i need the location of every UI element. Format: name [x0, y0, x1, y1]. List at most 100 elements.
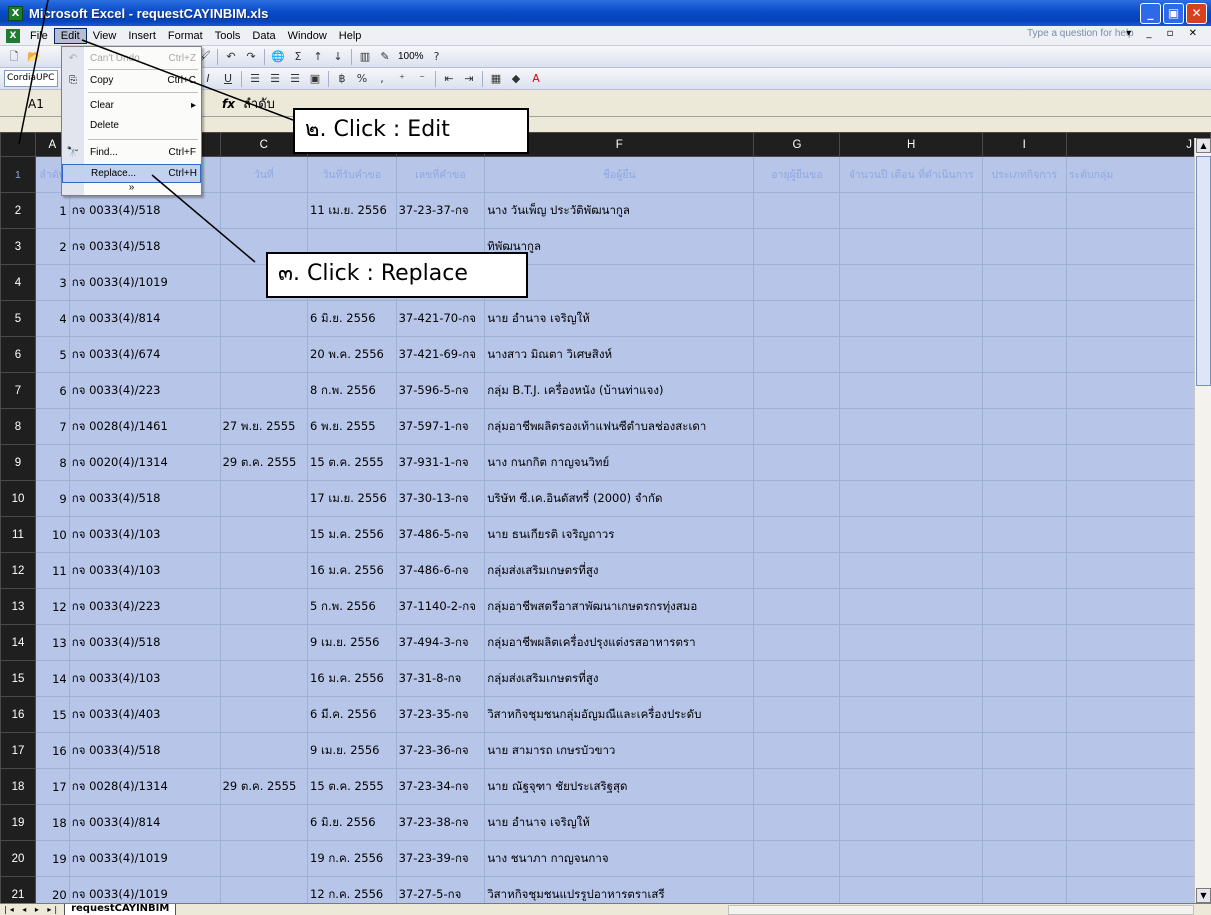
- undo-icon[interactable]: ↶: [222, 49, 240, 65]
- scroll-down-icon[interactable]: ▼: [1196, 888, 1211, 903]
- table-cell[interactable]: กลุ่มอาชีพผลิตเครื่องปรุงแต่งรสอาหารตรา: [484, 624, 755, 661]
- row-header[interactable]: 7: [0, 372, 36, 409]
- table-cell[interactable]: [1065, 480, 1211, 517]
- merge-center-icon[interactable]: ▣: [306, 71, 324, 87]
- table-cell[interactable]: [219, 732, 309, 769]
- table-cell[interactable]: [753, 696, 841, 733]
- table-cell[interactable]: [981, 732, 1067, 769]
- table-cell[interactable]: นาง วันเพ็ญ ประวัติพัฒนากูล: [484, 192, 755, 229]
- row-header[interactable]: 9: [0, 444, 36, 481]
- table-cell[interactable]: 4: [34, 300, 70, 337]
- table-cell[interactable]: 37-597-1-กจ: [395, 408, 486, 445]
- menu-clear[interactable]: Clear ▸: [62, 96, 201, 115]
- row-header[interactable]: 17: [0, 732, 36, 769]
- table-cell[interactable]: [753, 660, 841, 697]
- table-cell[interactable]: กจ 0033(4)/223: [68, 372, 221, 409]
- column-header[interactable]: H: [839, 132, 983, 157]
- table-cell[interactable]: 6 มี.ค. 2556: [307, 696, 397, 733]
- table-cell[interactable]: [981, 804, 1067, 841]
- chart-wizard-icon[interactable]: ▥: [356, 49, 374, 65]
- table-cell[interactable]: 37-421-69-กจ: [395, 336, 486, 373]
- menu-format[interactable]: Format: [162, 29, 209, 43]
- zoom-select[interactable]: 100%: [395, 51, 427, 62]
- menu-delete[interactable]: Delete: [62, 116, 201, 135]
- table-cell[interactable]: [753, 480, 841, 517]
- table-cell[interactable]: [219, 516, 309, 553]
- table-cell[interactable]: 5 ก.พ. 2556: [307, 588, 397, 625]
- table-cell[interactable]: นาย ธนเกียรติ เจริญถาวร: [484, 516, 755, 553]
- table-cell[interactable]: นาง ชนาภา กาญจนกาจ: [484, 840, 755, 877]
- help-icon[interactable]: ?: [428, 49, 446, 65]
- minimize-button[interactable]: _: [1140, 3, 1161, 24]
- menu-edit[interactable]: Edit: [53, 27, 87, 44]
- table-cell[interactable]: [753, 336, 841, 373]
- table-cell[interactable]: [1065, 192, 1211, 229]
- table-cell[interactable]: 37-596-5-กจ: [395, 372, 486, 409]
- row-header[interactable]: 15: [0, 660, 36, 697]
- table-cell[interactable]: กจ 0033(4)/518: [68, 192, 221, 229]
- menu-view[interactable]: View: [87, 29, 123, 43]
- table-cell[interactable]: [981, 516, 1067, 553]
- borders-icon[interactable]: ▦: [487, 71, 505, 87]
- table-cell[interactable]: 1: [34, 192, 70, 229]
- fx-icon[interactable]: fx: [222, 97, 235, 111]
- table-cell[interactable]: [219, 624, 309, 661]
- table-cell[interactable]: [753, 588, 841, 625]
- row-header[interactable]: 14: [0, 624, 36, 661]
- table-cell[interactable]: [981, 228, 1067, 265]
- table-cell[interactable]: นาย ณัฐจุฑา ชัยประเสริฐสุด: [484, 768, 755, 805]
- align-right-icon[interactable]: ☰: [286, 71, 304, 87]
- workbook-window-controls[interactable]: ▾ _ ▫ ✕: [1126, 28, 1203, 39]
- table-cell[interactable]: [839, 264, 983, 301]
- column-header[interactable]: I: [981, 132, 1067, 157]
- header-cell[interactable]: ชื่อผู้ยื่น: [484, 156, 755, 193]
- increase-decimal-icon[interactable]: ⁺: [393, 71, 411, 87]
- table-cell[interactable]: [219, 696, 309, 733]
- table-cell[interactable]: กจ 0020(4)/1314: [68, 444, 221, 481]
- table-cell[interactable]: [219, 588, 309, 625]
- row-header[interactable]: 13: [0, 588, 36, 625]
- table-cell[interactable]: [753, 444, 841, 481]
- table-cell[interactable]: [981, 300, 1067, 337]
- table-cell[interactable]: 6: [34, 372, 70, 409]
- table-cell[interactable]: [981, 588, 1067, 625]
- row-header[interactable]: 12: [0, 552, 36, 589]
- table-cell[interactable]: [839, 552, 983, 589]
- table-cell[interactable]: กจ 0033(4)/518: [68, 480, 221, 517]
- table-cell[interactable]: [753, 372, 841, 409]
- row-header[interactable]: 6: [0, 336, 36, 373]
- redo-icon[interactable]: ↷: [242, 49, 260, 65]
- table-cell[interactable]: กจ 0033(4)/814: [68, 300, 221, 337]
- table-cell[interactable]: 37-23-38-กจ: [395, 804, 486, 841]
- table-cell[interactable]: [1065, 372, 1211, 409]
- table-cell[interactable]: กจ 0033(4)/518: [68, 228, 221, 265]
- table-cell[interactable]: [839, 516, 983, 553]
- table-cell[interactable]: 37-1140-2-กจ: [395, 588, 486, 625]
- menu-copy[interactable]: ⎘ Copy Ctrl+C: [62, 71, 201, 90]
- table-cell[interactable]: [753, 552, 841, 589]
- table-cell[interactable]: 2: [34, 228, 70, 265]
- fill-color-icon[interactable]: ◆: [507, 71, 525, 87]
- table-cell[interactable]: [839, 228, 983, 265]
- scroll-thumb[interactable]: [1196, 156, 1211, 386]
- workbook-icon[interactable]: X: [6, 28, 20, 43]
- table-cell[interactable]: [839, 660, 983, 697]
- row-header[interactable]: 3: [0, 228, 36, 265]
- table-cell[interactable]: [1065, 768, 1211, 805]
- table-cell[interactable]: [1065, 624, 1211, 661]
- table-cell[interactable]: [839, 732, 983, 769]
- table-cell[interactable]: 11 เม.ย. 2556: [307, 192, 397, 229]
- table-cell[interactable]: [219, 336, 309, 373]
- menu-find[interactable]: 🔭 Find... Ctrl+F: [62, 143, 201, 162]
- table-cell[interactable]: 19 ก.ค. 2556: [307, 840, 397, 877]
- table-cell[interactable]: [1065, 840, 1211, 877]
- table-cell[interactable]: 37-31-8-กจ: [395, 660, 486, 697]
- currency-icon[interactable]: ฿: [333, 71, 351, 87]
- table-cell[interactable]: 14: [34, 660, 70, 697]
- table-cell[interactable]: [1065, 552, 1211, 589]
- table-cell[interactable]: กจ 0033(4)/403: [68, 696, 221, 733]
- menu-data[interactable]: Data: [246, 29, 281, 43]
- table-cell[interactable]: กจ 0033(4)/674: [68, 336, 221, 373]
- header-cell[interactable]: จำนวนปี เดือน ที่ดำเนินการ: [839, 156, 983, 193]
- decrease-decimal-icon[interactable]: ⁻: [413, 71, 431, 87]
